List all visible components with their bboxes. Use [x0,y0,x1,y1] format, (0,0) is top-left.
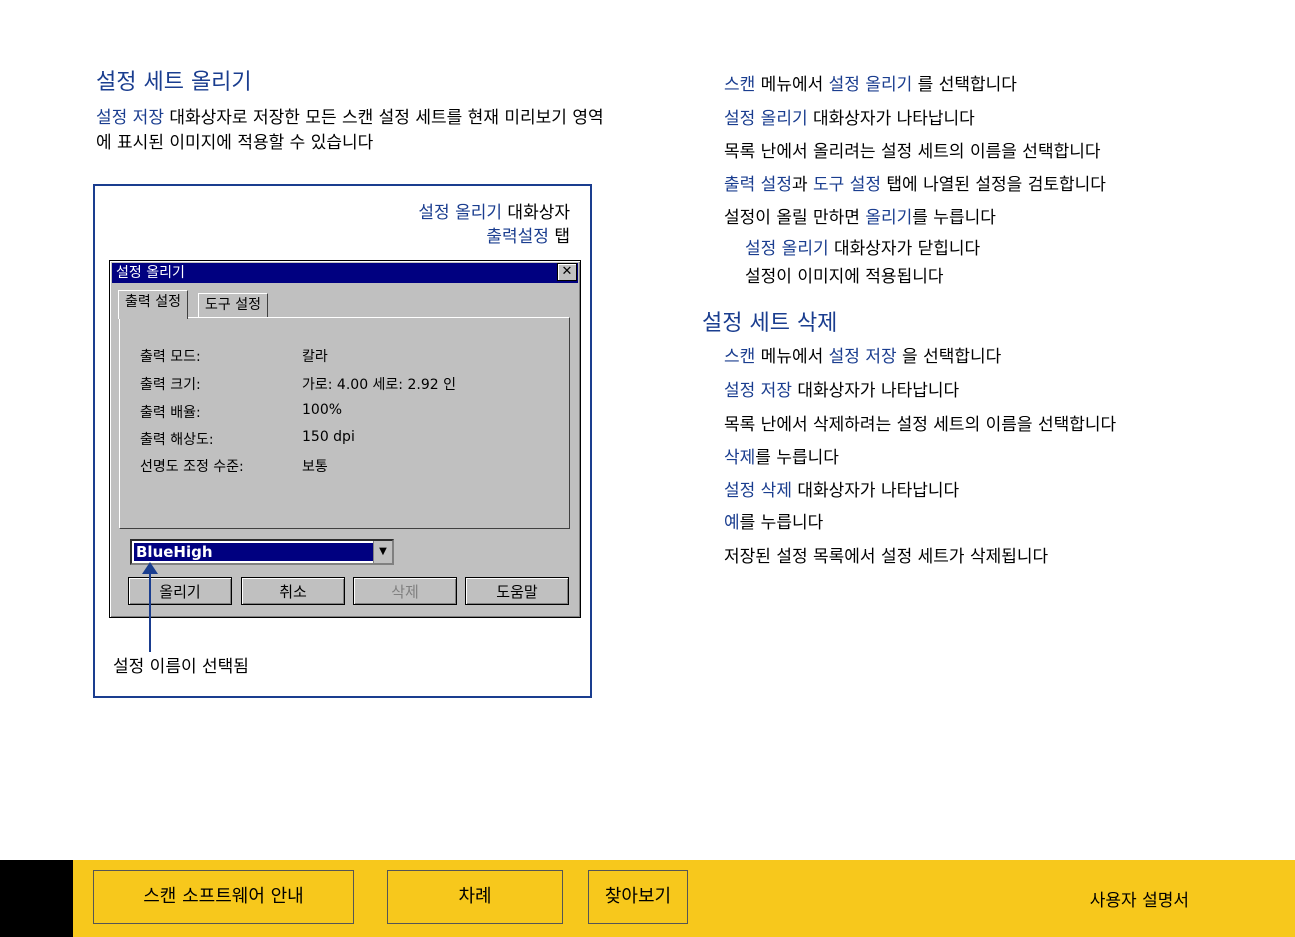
list-item: 설정이 올릴 만하면 올리기를 누릅니다 [724,208,996,228]
callout-text: 설정 이름이 선택됨 [113,657,249,677]
cancel-button[interactable]: 취소 [241,577,345,605]
row-label: 출력 모드: [140,349,201,365]
row-label: 선명도 조정 수준: [140,459,244,475]
nav-index[interactable]: 찾아보기 [588,870,688,924]
row-label: 출력 크기: [140,377,201,393]
tab-output-settings[interactable]: 출력 설정 [118,290,188,319]
row-value: 보통 [302,459,328,475]
help-button[interactable]: 도움말 [465,577,569,605]
intro-paragraph: 설정 저장 대화상자로 저장한 모든 스캔 설정 세트를 현재 미리보기 영역에… [96,106,616,156]
list-item: 설정 삭제 대화상자가 나타납니다 [724,481,960,501]
intro-text: 대화상자로 저장한 모든 스캔 설정 세트를 현재 미리보기 영역에 표시된 이… [96,108,604,153]
list-item: 목록 난에서 삭제하려는 설정 세트의 이름을 선택합니다 [724,415,1117,435]
list-item: 스캔 메뉴에서 설정 올리기 를 선택합니다 [724,75,1017,95]
row-label: 출력 해상도: [140,432,214,448]
manual-label: 사용자 설명서 [1089,891,1189,911]
list-item: 스캔 메뉴에서 설정 저장 을 선택합니다 [724,347,1002,367]
close-icon[interactable]: ✕ [557,263,577,281]
dialog-figure: 설정 올리기 대화상자 출력설정 탭 설정 올리기 ✕ 출력 설정 도구 설정 … [93,184,592,698]
intro-link-save-settings[interactable]: 설정 저장 [96,108,164,128]
dialog-title: 설정 올리기 [116,265,185,281]
caption-tab-suffix: 탭 [548,227,570,247]
caption-dialog-suffix: 대화상자 [502,203,570,223]
list-item: 설정 저장 대화상자가 나타납니다 [724,381,960,401]
list-item: 목록 난에서 올리려는 설정 세트의 이름을 선택합니다 [724,142,1101,162]
delete-button[interactable]: 삭제 [353,577,457,605]
list-item: 예를 누릅니다 [724,513,824,533]
footer-nav: 스캔 소프트웨어 안내 차례 찾아보기 사용자 설명서 [0,860,1295,937]
row-value: 150 dpi [302,429,355,445]
figure-caption-tab: 출력설정 탭 [486,222,570,247]
nav-contents[interactable]: 차례 [387,870,563,924]
list-item: 설정 올리기 대화상자가 닫힙니다 [745,239,981,259]
callout-line [149,572,151,652]
nav-scan-software-guide[interactable]: 스캔 소프트웨어 안내 [93,870,354,924]
section-title-delete: 설정 세트 삭제 [702,311,838,336]
list-item: 설정 올리기 대화상자가 나타납니다 [724,109,975,129]
list-item: 저장된 설정 목록에서 설정 세트가 삭제됩니다 [724,547,1049,567]
load-button[interactable]: 올리기 [128,577,232,605]
load-settings-dialog: 설정 올리기 ✕ 출력 설정 도구 설정 출력 모드: 칼라 출력 크기: 가로… [109,260,581,618]
row-label: 출력 배율: [140,405,201,421]
caption-tab-name: 출력설정 [486,227,549,247]
row-value: 칼라 [302,349,328,365]
output-settings-panel: 출력 모드: 칼라 출력 크기: 가로: 4.00 세로: 2.92 인 출력 … [119,317,570,529]
combo-selected-value: BlueHigh [134,543,374,561]
figure-caption-dialog: 설정 올리기 대화상자 [418,198,570,223]
section-title-load: 설정 세트 올리기 [96,70,252,95]
footer-black-block [0,860,73,937]
tab-tool-settings[interactable]: 도구 설정 [198,293,268,318]
list-item: 출력 설정과 도구 설정 탭에 나열된 설정을 검토합니다 [724,175,1106,195]
dialog-titlebar: 설정 올리기 [112,263,578,283]
caption-dialog-name: 설정 올리기 [418,203,503,223]
row-value: 100% [302,402,343,418]
list-item: 설정이 이미지에 적용됩니다 [745,267,944,287]
chevron-down-icon[interactable]: ▼ [373,541,392,563]
settings-name-combobox[interactable]: BlueHigh ▼ [130,539,394,565]
list-item: 삭제를 누릅니다 [724,448,839,468]
row-value: 가로: 4.00 세로: 2.92 인 [302,377,456,393]
